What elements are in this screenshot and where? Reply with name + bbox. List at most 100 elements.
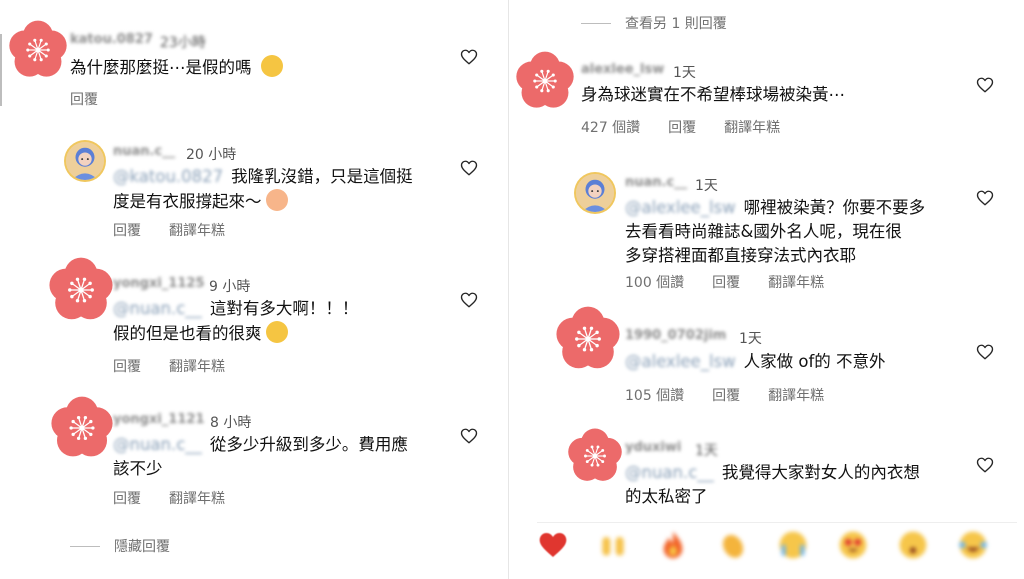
heart-eyes-face-icon: [265, 321, 288, 343]
like-heart-icon[interactable]: [460, 159, 478, 177]
translate-button[interactable]: 翻譯年糕: [768, 275, 824, 291]
comment-actions: 回覆 翻譯年糕: [113, 488, 253, 508]
comment-text-line: 度是有衣服撐起來～: [113, 192, 262, 211]
reply-button[interactable]: 回覆: [113, 491, 141, 507]
heart-eyes-face-icon[interactable]: [837, 529, 869, 561]
like-heart-icon[interactable]: [976, 456, 994, 474]
comment-text-line: 假的但是也看的很爽: [113, 324, 262, 343]
comment-time: 8 小時: [210, 415, 252, 431]
comment-text-line: 身為球迷實在不希望棒球場被染黃⋯: [581, 85, 845, 104]
view-more-replies-label: 查看另 1 則回覆: [625, 16, 727, 32]
comment-username[interactable]: nuan.c__: [113, 144, 175, 159]
comment-actions: 回覆 翻譯年糕: [113, 356, 253, 376]
blossom-avatar[interactable]: [567, 428, 623, 484]
comment-text: @nuan.c__ 這對有多大啊！！！ 假的但是也看的很爽: [113, 297, 358, 346]
reply-button[interactable]: 回覆: [712, 275, 740, 291]
left-comments-panel: katou.0827 23小時 為什麼那麼挺⋯是假的嗎 回覆 nuan.c__ …: [0, 0, 508, 579]
blossom-avatar[interactable]: [48, 257, 114, 323]
thinking-face-icon: [260, 55, 283, 77]
comment-text: 為什麼那麼挺⋯是假的嗎: [70, 55, 283, 80]
blossom-avatar[interactable]: [8, 20, 68, 80]
view-more-replies-button[interactable]: 查看另 1 則回覆: [581, 13, 727, 33]
mention-link[interactable]: @alexlee_lsw: [625, 198, 736, 217]
reply-button[interactable]: 回覆: [113, 223, 141, 239]
reply-button[interactable]: 回覆: [712, 388, 740, 404]
blossom-avatar[interactable]: [50, 396, 114, 460]
comment-username[interactable]: yongxi_1121: [113, 412, 205, 427]
profile-avatar[interactable]: [66, 142, 104, 180]
comment-text-line: 哪裡被染黃？你要不要多: [743, 198, 926, 217]
comment-text-line: 的太私密了: [625, 487, 708, 506]
like-count[interactable]: 427 個讚: [581, 120, 640, 136]
divider-line: [581, 22, 611, 24]
comment-username[interactable]: yduxiwi: [625, 440, 681, 455]
comment-text-line: 我覺得大家對女人的內衣想: [721, 463, 920, 482]
comment-text: @alexlee_lsw 哪裡被染黃？你要不要多 去看看時尚雜誌&國外名人呢，現在…: [625, 196, 925, 268]
comment-actions: 回覆: [70, 89, 126, 109]
mention-link[interactable]: @katou.0827: [113, 167, 223, 186]
comment-text-line: 從多少升級到多少。費用應: [209, 435, 408, 454]
mention-link[interactable]: @nuan.c__: [625, 463, 714, 482]
comment-actions: 427 個讚 回覆 翻譯年糕: [581, 117, 808, 137]
comment-time: 1天: [673, 65, 696, 81]
comment-text-line: 人家做 of的 不意外: [743, 352, 886, 371]
comment-username[interactable]: katou.0827: [70, 32, 153, 47]
crying-face-icon[interactable]: [777, 529, 809, 561]
hide-replies-button[interactable]: 隱藏回覆: [70, 536, 170, 556]
like-heart-icon[interactable]: [460, 48, 478, 66]
mention-link[interactable]: @nuan.c__: [113, 435, 202, 454]
translate-button[interactable]: 翻譯年糕: [768, 388, 824, 404]
red-heart-icon[interactable]: [537, 529, 569, 561]
comment-actions: 105 個讚 回覆 翻譯年糕: [625, 385, 852, 405]
reply-button[interactable]: 回覆: [668, 120, 696, 136]
translate-button[interactable]: 翻譯年糕: [724, 120, 780, 136]
translate-button[interactable]: 翻譯年糕: [169, 491, 225, 507]
surprised-face-icon[interactable]: [897, 529, 929, 561]
comment-text-line: 這對有多大啊！！！: [209, 299, 359, 318]
comment-text-line: 為什麼那麼挺⋯是假的嗎: [70, 58, 252, 77]
comment-username[interactable]: nuan.c__: [625, 175, 687, 190]
reply-button[interactable]: 回覆: [113, 359, 141, 375]
right-comments-panel: 查看另 1 則回覆 alexlee_lsw 1天 身為球迷實在不希望棒球場被染黃…: [508, 0, 1024, 579]
clapping-hands-icon[interactable]: [717, 529, 749, 561]
comment-time: 23小時: [160, 35, 206, 51]
like-heart-icon[interactable]: [460, 291, 478, 309]
comment-actions: 100 個讚 回覆 翻譯年糕: [625, 272, 852, 292]
laughing-tears-face-icon[interactable]: [957, 529, 989, 561]
like-count[interactable]: 100 個讚: [625, 275, 684, 291]
divider-line: [70, 545, 100, 547]
like-count[interactable]: 105 個讚: [625, 388, 684, 404]
emoji-reaction-bar: [537, 522, 1017, 567]
profile-avatar[interactable]: [576, 174, 614, 212]
like-heart-icon[interactable]: [976, 76, 994, 94]
like-heart-icon[interactable]: [976, 189, 994, 207]
like-heart-icon[interactable]: [976, 343, 994, 361]
blossom-avatar[interactable]: [555, 306, 621, 372]
comment-actions: 回覆 翻譯年糕: [113, 220, 253, 240]
fire-icon[interactable]: [657, 529, 689, 561]
reply-button[interactable]: 回覆: [70, 92, 98, 108]
mention-link[interactable]: @nuan.c__: [113, 299, 202, 318]
comment-text: @katou.0827 我隆乳沒錯，只是這個挺 度是有衣服撐起來～: [113, 165, 413, 214]
comment-username[interactable]: alexlee_lsw: [581, 62, 664, 77]
comment-text: @nuan.c__ 從多少升級到多少。費用應 該不少: [113, 433, 408, 481]
comment-text: 身為球迷實在不希望棒球場被染黃⋯: [581, 83, 845, 107]
blossom-avatar[interactable]: [515, 51, 575, 111]
comment-text: @alexlee_lsw 人家做 of的 不意外: [625, 350, 886, 374]
comment-time: 1天: [695, 443, 718, 459]
comment-time: 20 小時: [186, 147, 237, 163]
raising-hands-icon[interactable]: [597, 529, 629, 561]
comment-text-line: 去看看時尚雜誌&國外名人呢，現在很: [625, 222, 902, 241]
like-heart-icon[interactable]: [460, 427, 478, 445]
comment-text: @nuan.c__ 我覺得大家對女人的內衣想 的太私密了: [625, 461, 920, 509]
comment-text-line: 該不少: [113, 459, 163, 478]
comment-time: 1天: [739, 331, 762, 347]
comment-username[interactable]: yongxi_1125: [113, 276, 205, 291]
comment-time: 1天: [695, 178, 718, 194]
heart-hands-icon: [265, 189, 288, 211]
translate-button[interactable]: 翻譯年糕: [169, 359, 225, 375]
translate-button[interactable]: 翻譯年糕: [169, 223, 225, 239]
mention-link[interactable]: @alexlee_lsw: [625, 352, 736, 371]
comment-text-line: 我隆乳沒錯，只是這個挺: [231, 167, 413, 186]
comment-username[interactable]: 1990_0702jim: [625, 328, 726, 343]
